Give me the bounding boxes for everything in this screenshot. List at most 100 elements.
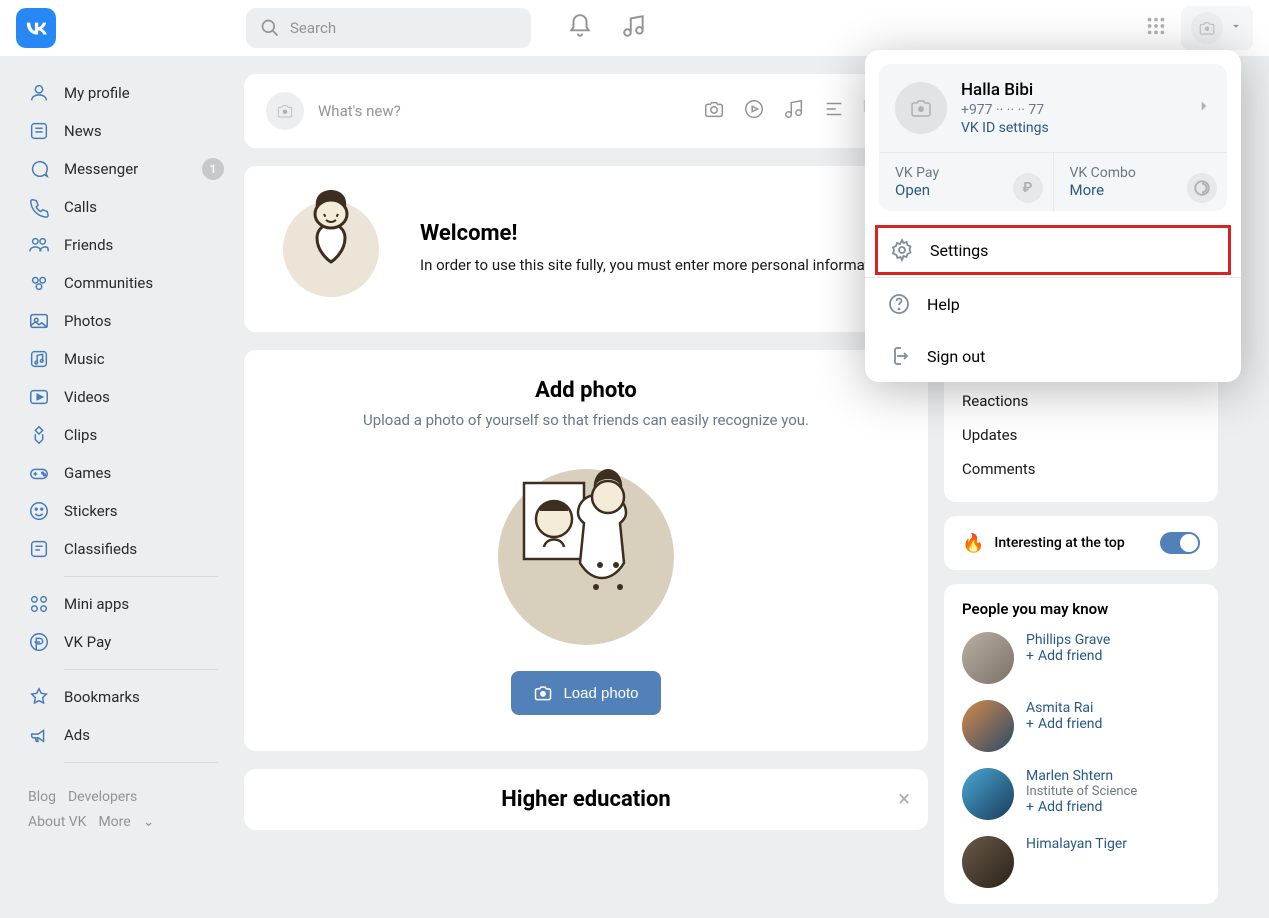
dropdown-profile-header[interactable]: Halla Bibi +977 ·· ·· ·· 77 VK ID settin…: [879, 64, 1227, 152]
person-avatar[interactable]: [962, 700, 1014, 752]
tab-updates[interactable]: Updates: [962, 418, 1200, 452]
sidebar-item-vkpay[interactable]: VK Pay: [18, 623, 228, 661]
interesting-toggle[interactable]: [1160, 532, 1200, 554]
person-name[interactable]: Himalayan Tiger: [1026, 836, 1127, 852]
sidebar-item-label: Classifieds: [64, 540, 137, 558]
article-icon[interactable]: [823, 98, 845, 124]
profile-menu-button[interactable]: [1181, 6, 1253, 50]
video-icon[interactable]: [743, 98, 765, 124]
welcome-illustration: [266, 184, 396, 314]
sidebar-item-label: Music: [64, 350, 105, 368]
person-row: Asmita Rai+ Add friend: [962, 700, 1200, 752]
tab-comments[interactable]: Comments: [962, 452, 1200, 486]
sidebar-item-label: My profile: [64, 84, 130, 102]
person-row: Phillips Grave+ Add friend: [962, 632, 1200, 684]
camera-icon[interactable]: [703, 98, 725, 124]
apps-grid-icon[interactable]: [1145, 15, 1167, 41]
sidebar-item-label: Friends: [64, 236, 113, 254]
person-row: Himalayan Tiger: [962, 836, 1200, 888]
add-photo-title: Add photo: [266, 378, 906, 403]
sidebar-item-label: Calls: [64, 198, 97, 216]
close-icon[interactable]: ×: [898, 787, 910, 812]
chevron-right-icon: [1195, 97, 1213, 119]
people-you-may-know: People you may know Phillips Grave+ Add …: [944, 584, 1218, 904]
sidebar-item-label: VK Pay: [64, 633, 111, 651]
dropdown-avatar: [895, 82, 947, 134]
welcome-title: Welcome!: [420, 221, 894, 246]
sidebar-item-photos[interactable]: Photos: [18, 302, 228, 340]
search-input[interactable]: Search: [246, 8, 531, 48]
sidebar-item-communities[interactable]: Communities: [18, 264, 228, 302]
main-content: What's new? |: [228, 56, 928, 918]
sidebar-item-label: Games: [64, 464, 111, 482]
settings-label: Settings: [930, 241, 988, 260]
tab-reactions[interactable]: Reactions: [962, 384, 1200, 418]
signout-label: Sign out: [927, 347, 985, 366]
add-friend-button[interactable]: + Add friend: [1026, 716, 1102, 732]
sidebar-item-classifieds[interactable]: Classifieds: [18, 530, 228, 568]
sidebar-item-stickers[interactable]: Stickers: [18, 492, 228, 530]
sidebar-item-miniapps[interactable]: Mini apps: [18, 585, 228, 623]
sidebar-item-news[interactable]: News: [18, 112, 228, 150]
sidebar-item-bookmarks[interactable]: Bookmarks: [18, 678, 228, 716]
add-friend-button[interactable]: + Add friend: [1026, 648, 1110, 664]
music-icon[interactable]: [621, 13, 647, 43]
load-photo-button[interactable]: Load photo: [511, 671, 660, 715]
sidebar-item-friends[interactable]: Friends: [18, 226, 228, 264]
person-row: Marlen ShternInstitute of Science+ Add f…: [962, 768, 1200, 820]
feed-tabs: Reactions Updates Comments: [944, 380, 1218, 502]
chevron-down-icon: ⌄: [143, 814, 155, 830]
badge: 1: [202, 158, 224, 180]
notifications-icon[interactable]: [567, 13, 593, 43]
sidebar-item-label: Ads: [64, 726, 90, 744]
dropdown-signout[interactable]: Sign out: [865, 330, 1241, 382]
sidebar: My profile News Messenger1 Calls Friends…: [18, 56, 228, 918]
footer-developers[interactable]: Developers: [68, 789, 137, 805]
interesting-toggle-card: 🔥 Interesting at the top: [944, 516, 1218, 570]
sidebar-item-profile[interactable]: My profile: [18, 74, 228, 112]
footer-more[interactable]: More: [98, 814, 130, 830]
education-title: Higher education: [266, 787, 906, 812]
sidebar-item-label: Videos: [64, 388, 110, 406]
dropdown-name: Halla Bibi: [961, 80, 1049, 100]
combo-icon: [1187, 173, 1217, 203]
sidebar-item-clips[interactable]: Clips: [18, 416, 228, 454]
sidebar-item-games[interactable]: Games: [18, 454, 228, 492]
person-avatar[interactable]: [962, 632, 1014, 684]
person-name[interactable]: Asmita Rai: [1026, 700, 1102, 716]
sidebar-item-videos[interactable]: Videos: [18, 378, 228, 416]
footer-links: Blog Developers About VK More ⌄: [18, 771, 228, 849]
dropdown-settings[interactable]: Settings: [875, 225, 1231, 275]
person-avatar[interactable]: [962, 836, 1014, 888]
person-name[interactable]: Marlen Shtern: [1026, 768, 1137, 784]
fire-icon: 🔥: [962, 533, 984, 554]
sidebar-item-calls[interactable]: Calls: [18, 188, 228, 226]
interesting-label: Interesting at the top: [994, 535, 1124, 551]
new-post-card: What's new? |: [244, 74, 928, 148]
dropdown-help[interactable]: Help: [865, 278, 1241, 330]
new-post-input[interactable]: What's new?: [318, 102, 703, 120]
education-card: × Higher education: [244, 769, 928, 830]
footer-blog[interactable]: Blog: [28, 789, 56, 805]
dropdown-phone: +977 ·· ·· ·· 77: [961, 102, 1049, 118]
sidebar-item-label: Stickers: [64, 502, 118, 520]
dropdown-vkpay[interactable]: VK Pay Open ₽: [879, 153, 1054, 211]
welcome-card: Welcome! In order to use this site fully…: [244, 166, 928, 332]
vk-logo[interactable]: [16, 8, 56, 48]
add-friend-button[interactable]: + Add friend: [1026, 799, 1137, 815]
dropdown-vkcombo[interactable]: VK Combo More: [1054, 153, 1228, 211]
avatar-placeholder: [266, 92, 304, 130]
header: Search: [0, 0, 1269, 56]
person-avatar[interactable]: [962, 768, 1014, 820]
sidebar-item-label: Mini apps: [64, 595, 129, 613]
music-icon[interactable]: [783, 98, 805, 124]
person-subtitle: Institute of Science: [1026, 784, 1137, 799]
footer-about[interactable]: About VK: [28, 814, 86, 830]
sidebar-item-ads[interactable]: Ads: [18, 716, 228, 754]
sidebar-item-music[interactable]: Music: [18, 340, 228, 378]
sidebar-item-messenger[interactable]: Messenger1: [18, 150, 228, 188]
load-photo-label: Load photo: [563, 685, 638, 702]
sidebar-item-label: Bookmarks: [64, 688, 140, 706]
dropdown-vkid-link[interactable]: VK ID settings: [961, 120, 1049, 136]
person-name[interactable]: Phillips Grave: [1026, 632, 1110, 648]
